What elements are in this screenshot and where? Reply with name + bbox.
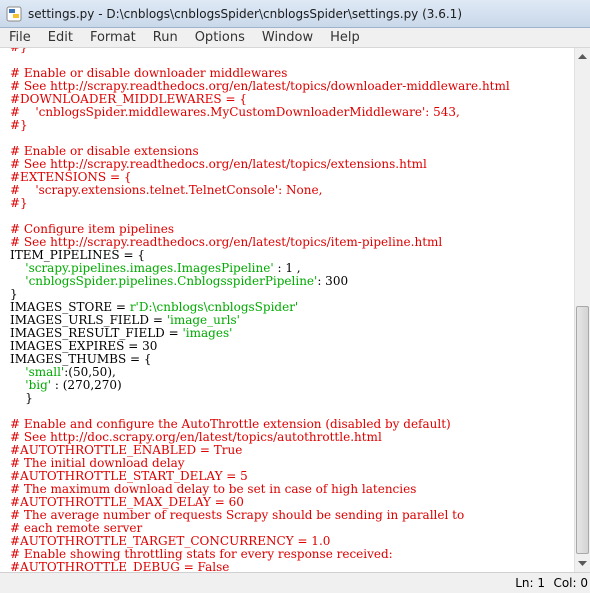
code-comment: #} [10,196,28,210]
code-comment: # See http://scrapy.readthedocs.org/en/l… [10,79,510,93]
code-token: IMAGES_EXPIRES = 30 [10,339,158,353]
code-line: # 'scrapy.extensions.telnet.TelnetConsol… [10,184,574,197]
code-comment: #DOWNLOADER_MIDDLEWARES = { [10,92,247,106]
code-comment: # Enable and configure the AutoThrottle … [10,417,451,431]
menu-file[interactable]: File [0,28,39,48]
code-line: # 'cnblogsSpider.middlewares.MyCustomDow… [10,106,574,119]
code-comment: # 'scrapy.extensions.telnet.TelnetConsol… [10,183,323,197]
code-token: } [10,287,18,301]
code-string: r'D:\cnblogs\cnblogsSpider' [129,300,299,314]
code-string: 'big' [25,378,52,392]
code-editor[interactable]: #} # Enable or disable downloader middlew… [0,48,574,572]
code-comment: #AUTOTHROTTLE_START_DELAY = 5 [10,469,248,483]
status-bar: Ln: 1 Col: 0 [0,572,590,593]
code-text[interactable]: #} # Enable or disable downloader middlew… [0,48,574,572]
code-comment: # each remote server [10,521,143,535]
code-token: IMAGES_URLS_FIELD = [10,313,167,327]
code-line: #} [10,197,574,210]
code-string: 'image_urls' [166,313,240,327]
menu-run[interactable]: Run [144,28,186,48]
menu-options[interactable]: Options [186,28,253,48]
code-token: :(50,50), [64,365,116,379]
code-token: IMAGES_RESULT_FIELD = [10,326,183,340]
code-string: 'images' [182,326,233,340]
title-bar: settings.py - D:\cnblogs\cnblogsSpider\c… [0,0,590,28]
scroll-up-button[interactable] [575,48,590,65]
code-string: 'cnblogsSpider.pipelines.CnblogsspiderPi… [25,274,318,288]
code-comment: # The initial download delay [10,456,185,470]
code-comment: # Enable showing throttling stats for ev… [10,547,393,561]
chevron-up-icon [578,54,587,59]
code-token: : (270,270) [51,378,122,392]
menu-bar: File Edit Format Run Options Window Help [0,28,590,48]
code-comment: # See http://doc.scrapy.org/en/latest/to… [10,430,382,444]
code-comment: #} [10,48,28,54]
code-string: 'small' [25,365,65,379]
code-line: 'cnblogsSpider.pipelines.CnblogsspiderPi… [10,275,574,288]
code-line: 'big' : (270,270) [10,379,574,392]
chevron-down-icon [578,561,587,566]
code-token: IMAGES_THUMBS = { [10,352,152,366]
menu-help[interactable]: Help [321,28,368,48]
code-comment: # Configure item pipelines [10,222,174,236]
code-comment: # See http://scrapy.readthedocs.org/en/l… [10,157,427,171]
code-comment: # See http://scrapy.readthedocs.org/en/l… [10,235,443,249]
scroll-thumb[interactable] [576,306,589,554]
code-comment: # 'cnblogsSpider.middlewares.MyCustomDow… [10,105,460,119]
code-comment: # The maximum download delay to be set i… [10,482,417,496]
code-comment: #AUTOTHROTTLE_MAX_DELAY = 60 [10,495,244,509]
code-line: #} [10,119,574,132]
menu-format[interactable]: Format [81,28,144,48]
code-comment: #EXTENSIONS = { [10,170,132,184]
vertical-scrollbar[interactable] [574,48,590,572]
python-idle-icon [6,6,22,22]
code-comment: # The average number of requests Scrapy … [10,508,465,522]
window-title: settings.py - D:\cnblogs\cnblogsSpider\c… [28,6,462,21]
menu-window[interactable]: Window [253,28,321,48]
code-comment: #AUTOTHROTTLE_DEBUG = False [10,560,230,573]
status-column-number: Col: 0 [553,576,588,590]
code-comment: #AUTOTHROTTLE_TARGET_CONCURRENCY = 1.0 [10,534,331,548]
code-string: 'scrapy.pipelines.images.ImagesPipeline' [25,261,274,275]
status-line-number: Ln: 1 [515,576,545,590]
code-token: ITEM_PIPELINES = { [10,248,145,262]
code-comment: # Enable or disable extensions [10,144,199,158]
code-token: : 1 , [273,261,301,275]
menu-edit[interactable]: Edit [39,28,81,48]
code-comment: #} [10,118,28,132]
code-comment: # Enable or disable downloader middlewar… [10,66,288,80]
code-token: } [10,391,33,405]
code-comment: #AUTOTHROTTLE_ENABLED = True [10,443,243,457]
code-token: IMAGES_STORE = [10,300,130,314]
code-line: #AUTOTHROTTLE_DEBUG = False [10,560,574,573]
scroll-down-button[interactable] [575,555,590,572]
code-token: : 300 [317,274,349,288]
code-line: } [10,392,574,405]
